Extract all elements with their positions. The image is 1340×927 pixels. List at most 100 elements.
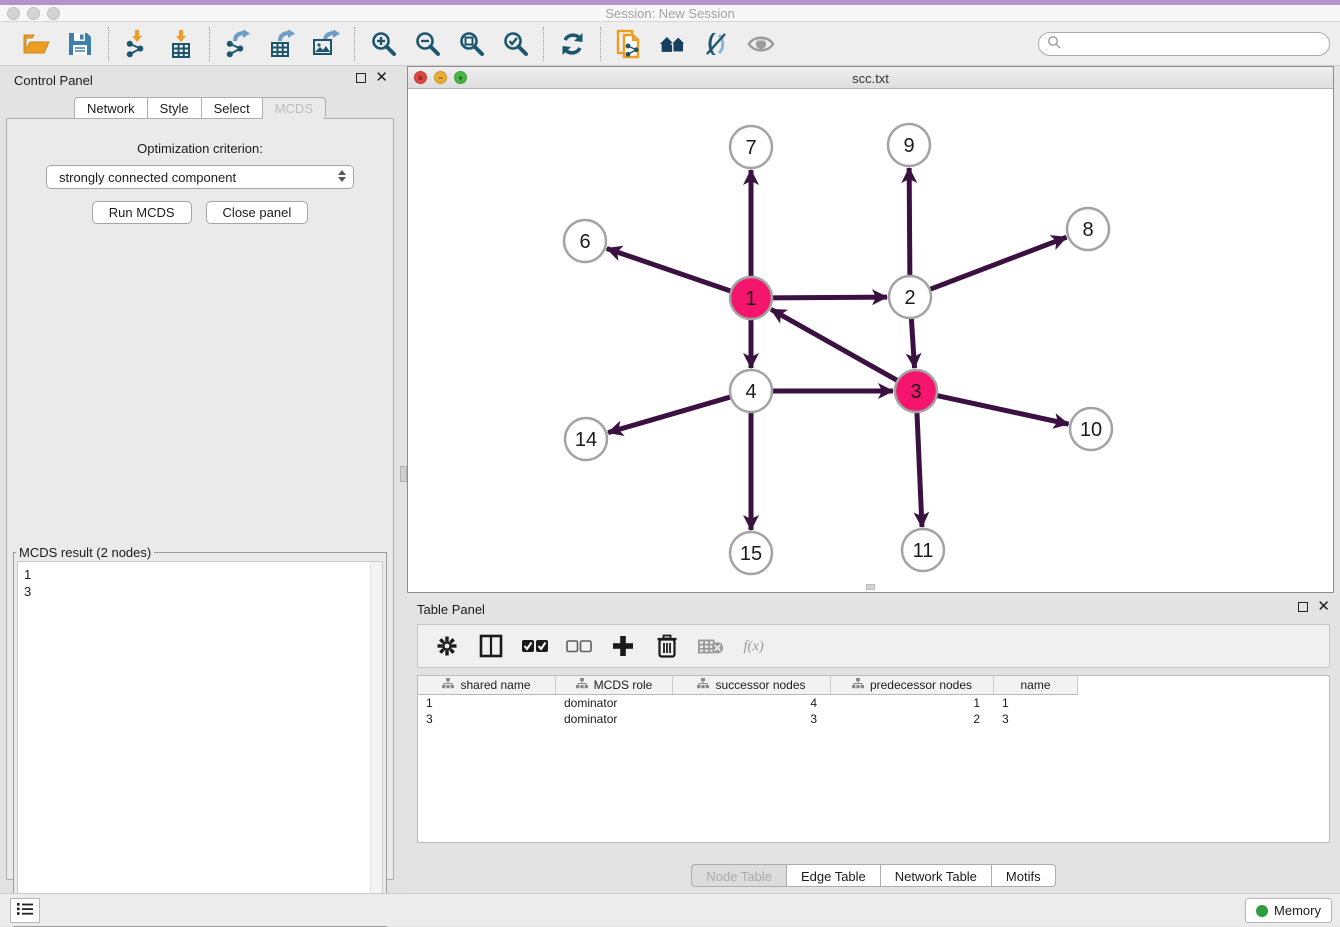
control-panel-title: Control Panel xyxy=(14,73,93,88)
table-row[interactable]: 3dominator323 xyxy=(418,711,1329,727)
splitter-handle[interactable] xyxy=(400,466,407,482)
network-window-titlebar[interactable]: × − + scc.txt xyxy=(408,67,1333,89)
cell-successor-nodes[interactable]: 4 xyxy=(673,695,831,711)
table-tab-motifs[interactable]: Motifs xyxy=(992,864,1056,887)
show-columns-icon[interactable] xyxy=(478,633,504,659)
column-header-name[interactable]: name xyxy=(994,676,1078,695)
cell-shared-name[interactable]: 1 xyxy=(418,695,556,711)
mcds-result-title: MCDS result (2 nodes) xyxy=(16,545,154,560)
svg-text:11: 11 xyxy=(913,540,934,562)
import-table-icon[interactable] xyxy=(167,30,195,58)
cell-successor-nodes[interactable]: 3 xyxy=(673,711,831,727)
control-panel-tabs: NetworkStyleSelectMCDS xyxy=(0,97,400,119)
svg-text:4: 4 xyxy=(745,381,756,403)
close-panel-button[interactable]: Close panel xyxy=(206,201,309,224)
mcds-result-text[interactable]: 1 3 xyxy=(17,561,383,923)
node-10[interactable]: 10 xyxy=(1070,408,1112,450)
task-history-button[interactable] xyxy=(10,898,40,923)
control-tab-mcds[interactable]: MCDS xyxy=(263,97,326,119)
edge-4-14[interactable] xyxy=(608,396,733,432)
node-11[interactable]: 11 xyxy=(902,529,944,571)
memory-label: Memory xyxy=(1274,903,1321,918)
zoom-selected-icon[interactable] xyxy=(501,30,529,58)
node-2[interactable]: 2 xyxy=(889,276,931,318)
control-panel-float-icon[interactable] xyxy=(356,73,366,83)
cell-shared-name[interactable]: 3 xyxy=(418,711,556,727)
control-tab-style[interactable]: Style xyxy=(148,97,202,119)
canvas-scroll-thumb[interactable] xyxy=(866,584,875,590)
zoom-fit-icon[interactable] xyxy=(457,30,485,58)
cell-predecessor-nodes[interactable]: 2 xyxy=(831,711,994,727)
result-scrollbar[interactable] xyxy=(370,562,382,922)
table-panel-float-icon[interactable] xyxy=(1298,602,1308,612)
edge-2-9[interactable] xyxy=(909,168,910,278)
node-7[interactable]: 7 xyxy=(730,126,772,168)
cell-MCDS-role[interactable]: dominator xyxy=(556,695,673,711)
table-tab-node-table[interactable]: Node Table xyxy=(691,864,787,887)
node-15[interactable]: 15 xyxy=(730,532,772,574)
run-mcds-button[interactable]: Run MCDS xyxy=(92,201,192,224)
column-header-successor-nodes[interactable]: successor nodes xyxy=(673,676,831,695)
table-tab-edge-table[interactable]: Edge Table xyxy=(787,864,881,887)
control-panel-close-icon[interactable]: ✕ xyxy=(375,73,388,83)
node-1[interactable]: 1 xyxy=(730,277,772,319)
add-row-icon[interactable] xyxy=(610,633,636,659)
table-panel-close-icon[interactable]: ✕ xyxy=(1317,602,1330,612)
network-view-window: × − + scc.txt 1 2 3 4 6 7 8 9 10 11 14 15 xyxy=(407,66,1334,593)
node-4[interactable]: 4 xyxy=(730,370,772,412)
svg-text:9: 9 xyxy=(903,135,914,157)
edge-3-11[interactable] xyxy=(917,410,922,527)
table-tab-network-table[interactable]: Network Table xyxy=(881,864,992,887)
table-body: 1dominator4113dominator323 xyxy=(418,695,1329,727)
criterion-select[interactable]: strongly connected component xyxy=(46,165,354,189)
edge-3-1[interactable] xyxy=(771,309,899,381)
home-icon[interactable] xyxy=(659,30,687,58)
save-session-icon[interactable] xyxy=(66,30,94,58)
cell-name[interactable]: 3 xyxy=(994,711,1078,727)
node-8[interactable]: 8 xyxy=(1067,208,1109,250)
control-tab-select[interactable]: Select xyxy=(202,97,263,119)
import-network-icon[interactable] xyxy=(123,30,151,58)
edge-2-3[interactable] xyxy=(911,316,914,368)
style-visibility-icon[interactable] xyxy=(703,30,731,58)
network-canvas[interactable]: 1 2 3 4 6 7 8 9 10 11 14 15 xyxy=(408,89,1333,592)
node-14[interactable]: 14 xyxy=(565,418,607,460)
export-image-icon[interactable] xyxy=(312,30,340,58)
zoom-out-icon[interactable] xyxy=(413,30,441,58)
cell-predecessor-nodes[interactable]: 1 xyxy=(831,695,994,711)
select-all-icon[interactable] xyxy=(522,633,548,659)
edge-1-6[interactable] xyxy=(607,248,733,291)
network-graph[interactable]: 1 2 3 4 6 7 8 9 10 11 14 15 xyxy=(408,89,1333,592)
table-row[interactable]: 1dominator411 xyxy=(418,695,1329,711)
delete-table-icon xyxy=(698,633,724,659)
node-9[interactable]: 9 xyxy=(888,124,930,166)
edge-2-8[interactable] xyxy=(928,237,1067,290)
table-settings-icon[interactable] xyxy=(434,633,460,659)
edge-1-2[interactable] xyxy=(770,297,887,298)
search-box[interactable] xyxy=(1038,32,1330,56)
open-session-icon[interactable] xyxy=(22,30,50,58)
search-icon xyxy=(1047,35,1062,53)
zoom-in-icon[interactable] xyxy=(369,30,397,58)
refresh-icon[interactable] xyxy=(558,30,586,58)
show-graphics-details-icon[interactable] xyxy=(747,30,775,58)
node-6[interactable]: 6 xyxy=(564,220,606,262)
node-3[interactable]: 3 xyxy=(895,370,937,412)
status-bar: Memory xyxy=(0,893,1340,926)
table-panel: Table Panel ✕ f(x) shared nameMCDS roles… xyxy=(407,595,1340,891)
deselect-all-icon[interactable] xyxy=(566,633,592,659)
column-header-predecessor-nodes[interactable]: predecessor nodes xyxy=(831,676,994,695)
edge-3-10[interactable] xyxy=(935,395,1069,424)
column-header-MCDS-role[interactable]: MCDS role xyxy=(556,676,673,695)
control-tab-network[interactable]: Network xyxy=(74,97,148,119)
cell-name[interactable]: 1 xyxy=(994,695,1078,711)
export-table-icon[interactable] xyxy=(268,30,296,58)
cell-MCDS-role[interactable]: dominator xyxy=(556,711,673,727)
panel-splitter[interactable] xyxy=(400,66,407,893)
delete-row-icon[interactable] xyxy=(654,633,680,659)
memory-button[interactable]: Memory xyxy=(1245,898,1332,923)
column-header-shared-name[interactable]: shared name xyxy=(418,676,556,695)
search-input[interactable] xyxy=(1062,34,1329,54)
clone-network-icon[interactable] xyxy=(615,30,643,58)
export-network-icon[interactable] xyxy=(224,30,252,58)
